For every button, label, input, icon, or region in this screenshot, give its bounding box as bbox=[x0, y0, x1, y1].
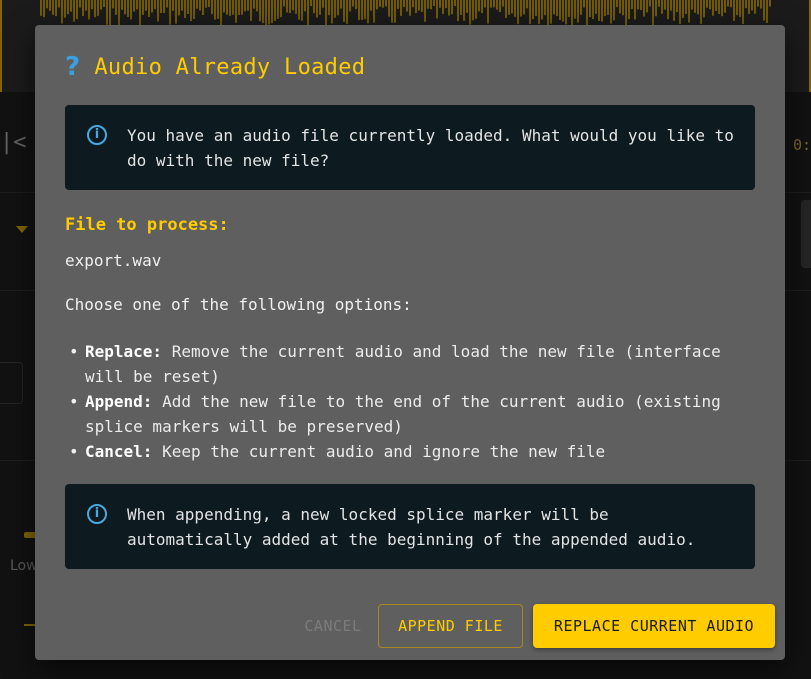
dialog-title: ? Audio Already Loaded bbox=[65, 52, 365, 82]
notice-box: i You have an audio file currently loade… bbox=[65, 105, 755, 190]
option-name: Append: bbox=[85, 392, 153, 411]
notice-text: You have an audio file currently loaded.… bbox=[127, 126, 734, 170]
option-desc: Keep the current audio and ignore the ne… bbox=[152, 442, 606, 461]
audio-loaded-dialog: ? Audio Already Loaded i You have an aud… bbox=[35, 25, 785, 660]
info-icon: i bbox=[87, 504, 107, 524]
append-file-button[interactable]: APPEND FILE bbox=[378, 604, 523, 648]
option-desc: Add the new file to the end of the curre… bbox=[85, 392, 721, 436]
option-name: Cancel: bbox=[85, 442, 153, 461]
list-item: Replace: Remove the current audio and lo… bbox=[65, 339, 755, 389]
question-icon: ? bbox=[65, 52, 81, 82]
info-icon: i bbox=[87, 125, 107, 145]
replace-audio-button[interactable]: REPLACE CURRENT AUDIO bbox=[533, 604, 775, 648]
options-list: Replace: Remove the current audio and lo… bbox=[65, 339, 755, 464]
file-label: File to process: bbox=[65, 215, 229, 235]
option-name: Replace: bbox=[85, 342, 163, 361]
list-item: Append: Add the new file to the end of t… bbox=[65, 389, 755, 439]
dialog-title-text: Audio Already Loaded bbox=[94, 54, 366, 80]
option-desc: Remove the current audio and load the ne… bbox=[85, 342, 721, 386]
list-item: Cancel: Keep the current audio and ignor… bbox=[65, 439, 755, 464]
choose-text: Choose one of the following options: bbox=[65, 295, 412, 314]
cancel-button[interactable]: CANCEL bbox=[287, 604, 379, 648]
file-name: export.wav bbox=[65, 251, 162, 270]
append-note-text: When appending, a new locked splice mark… bbox=[127, 505, 696, 549]
append-note-box: i When appending, a new locked splice ma… bbox=[65, 484, 755, 569]
